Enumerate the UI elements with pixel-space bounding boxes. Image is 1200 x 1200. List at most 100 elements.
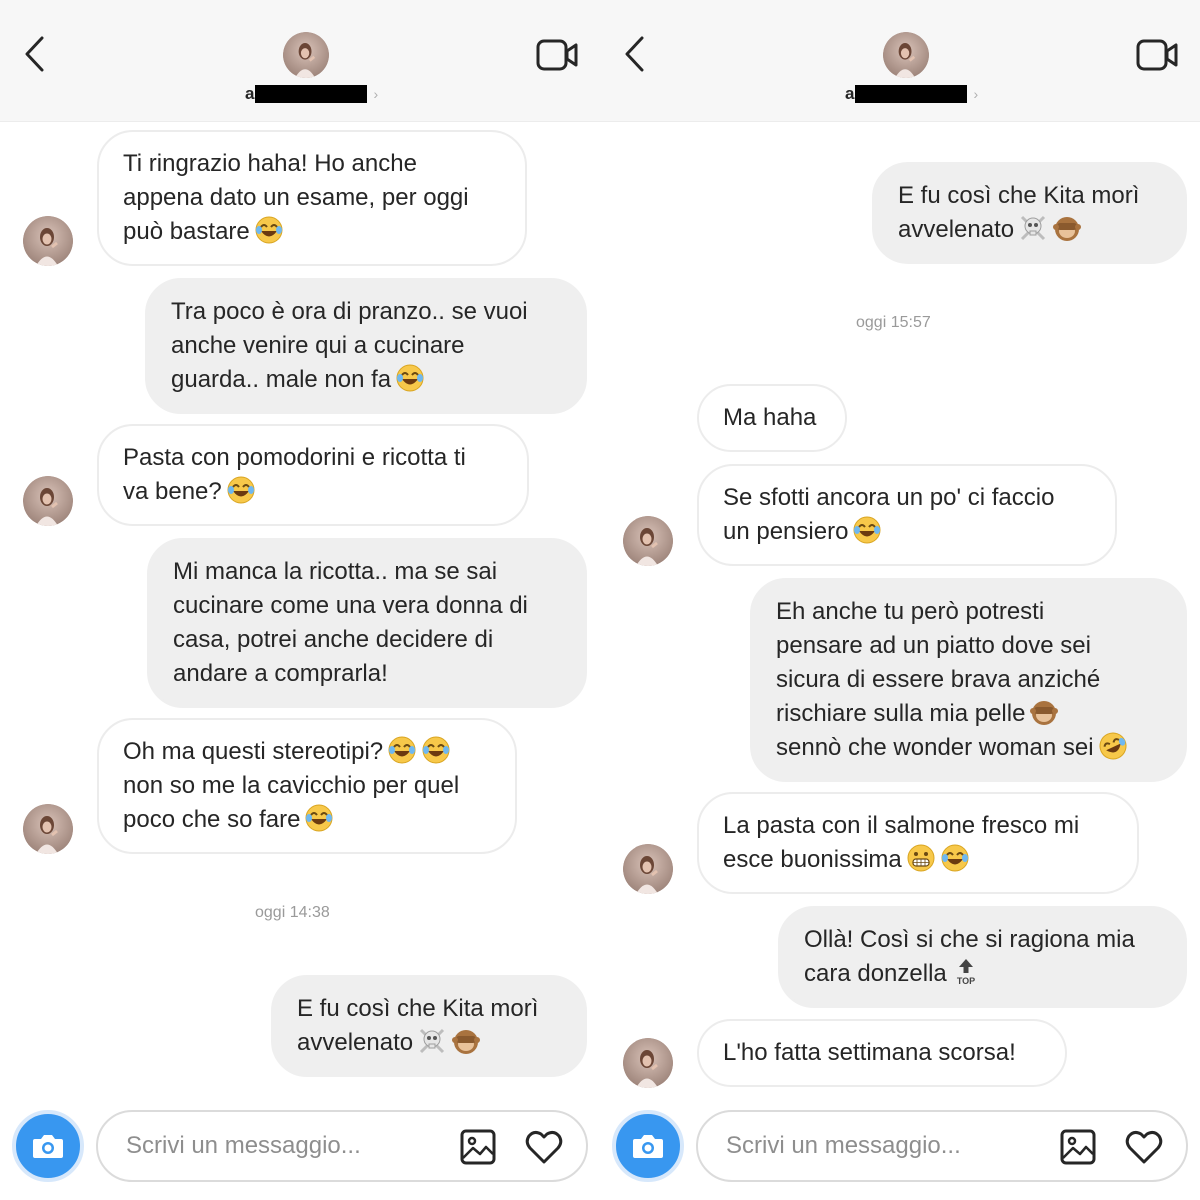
- face-with-tears-of-joy-icon: [226, 476, 255, 504]
- heart-icon[interactable]: [1124, 1128, 1164, 1166]
- camera-icon: [633, 1135, 663, 1158]
- message-line: Ti ringrazio haha! Ho anche: [123, 150, 417, 177]
- face-with-tears-of-joy-icon: [388, 736, 417, 764]
- contact-avatar[interactable]: [623, 844, 673, 894]
- message-input[interactable]: [126, 1128, 426, 1164]
- message-line: guarda.. male non fa: [171, 366, 392, 393]
- message-line: non so me la cavicchio per quel: [123, 772, 460, 799]
- video-call-icon[interactable]: [536, 38, 578, 72]
- camera-icon: [33, 1135, 63, 1158]
- gallery-icon[interactable]: [460, 1129, 496, 1165]
- message-line: appena dato un esame, per oggi: [123, 184, 469, 211]
- username-handle[interactable]: a ›: [245, 84, 378, 104]
- message-incoming[interactable]: La pasta con il salmone fresco mi esce b…: [697, 792, 1139, 894]
- message-line: Ma haha: [723, 404, 817, 431]
- video-call-icon[interactable]: [1136, 38, 1178, 72]
- contact-avatar[interactable]: [23, 804, 73, 854]
- message-incoming[interactable]: Se sfotti ancora un po' ci faccio un pen…: [697, 464, 1117, 566]
- back-chevron-icon[interactable]: [22, 34, 46, 74]
- message-input-box[interactable]: [96, 1110, 588, 1182]
- back-chevron-icon[interactable]: [622, 34, 646, 74]
- contact-avatar[interactable]: [623, 1038, 673, 1088]
- message-line: rischiare sulla mia pelle: [776, 700, 1026, 727]
- camera-button[interactable]: [612, 1110, 684, 1182]
- message-line: esce buonissima: [723, 846, 902, 873]
- username-handle[interactable]: a ›: [845, 84, 978, 104]
- chat-header: a ›: [0, 0, 600, 122]
- message-incoming[interactable]: Ma haha: [697, 384, 847, 452]
- message-incoming[interactable]: Pasta con pomodorini e ricotta ti va ben…: [97, 424, 529, 526]
- redaction-bar: [255, 85, 368, 103]
- message-line: sicura di essere brava anziché: [776, 666, 1101, 693]
- gallery-icon[interactable]: [1060, 1129, 1096, 1165]
- chat-header: a ›: [600, 0, 1200, 122]
- header-avatar[interactable]: [883, 32, 929, 78]
- message-outgoing[interactable]: Tra poco è ora di pranzo.. se vuoi anche…: [145, 278, 587, 414]
- message-line: casa, potrei anche decidere di: [173, 626, 494, 653]
- heart-icon[interactable]: [524, 1128, 564, 1166]
- contact-avatar[interactable]: [623, 516, 673, 566]
- chevron-right-icon: ›: [973, 86, 979, 102]
- message-outgoing[interactable]: Ollà! Così si che si ragiona mia cara do…: [778, 906, 1187, 1008]
- face-with-tears-of-joy-icon: [305, 804, 334, 832]
- message-line: andare a comprarla!: [173, 660, 388, 687]
- message-line: può bastare: [123, 218, 250, 245]
- redaction-bar: [855, 85, 968, 103]
- face-with-tears-of-joy-icon: [853, 516, 882, 544]
- camera-button[interactable]: [12, 1110, 84, 1182]
- message-outgoing[interactable]: Eh anche tu però potresti pensare ad un …: [750, 578, 1187, 782]
- message-line: E fu così che Kita morì: [898, 182, 1140, 209]
- face-with-tears-of-joy-icon: [940, 844, 969, 872]
- see-no-evil-monkey-icon: [452, 1030, 481, 1054]
- message-line: un pensiero: [723, 518, 849, 545]
- message-incoming[interactable]: Oh ma questi stereotipi? non so me la ca…: [97, 718, 517, 854]
- face-with-tears-of-joy-icon: [422, 736, 451, 764]
- message-line: E fu così che Kita morì: [297, 995, 539, 1022]
- message-input-box[interactable]: [696, 1110, 1188, 1182]
- conversation-panel-left: a › Ti ringrazio haha! Ho anche appena d…: [0, 0, 600, 1200]
- grimacing-face-icon: [907, 844, 935, 872]
- face-with-tears-of-joy-icon: [254, 216, 283, 244]
- message-composer: [0, 1094, 600, 1200]
- rolling-on-floor-laughing-icon: [1097, 731, 1128, 761]
- message-line: Mi manca la ricotta.. ma se sai: [173, 558, 498, 585]
- message-outgoing[interactable]: E fu così che Kita morì avvelenato: [872, 162, 1187, 264]
- contact-avatar[interactable]: [23, 216, 73, 266]
- header-avatar[interactable]: [283, 32, 329, 78]
- message-line: L'ho fatta settimana scorsa!: [723, 1039, 1016, 1066]
- skull-and-crossbones-icon: [419, 1028, 445, 1054]
- message-line: La pasta con il salmone fresco mi: [723, 812, 1080, 839]
- chevron-right-icon: ›: [373, 86, 379, 102]
- face-with-tears-of-joy-icon: [396, 364, 425, 392]
- message-line: Oh ma questi stereotipi?: [123, 738, 384, 765]
- handle-initial: a: [245, 84, 255, 103]
- message-line: Se sfotti ancora un po' ci faccio: [723, 484, 1055, 511]
- message-line: pensare ad un piatto dove sei: [776, 632, 1091, 659]
- see-no-evil-monkey-icon: [1053, 217, 1082, 241]
- see-no-evil-monkey-icon: [1030, 701, 1059, 725]
- message-line: Eh anche tu però potresti: [776, 598, 1045, 625]
- message-input[interactable]: [726, 1128, 1026, 1164]
- message-line: cucinare come una vera donna di: [173, 592, 528, 619]
- message-line: Ollà! Così si che si ragiona mia: [804, 926, 1135, 953]
- handle-initial: a: [845, 84, 855, 103]
- message-line: va bene?: [123, 478, 222, 505]
- timestamp: oggi 14:38: [255, 904, 330, 921]
- message-outgoing[interactable]: E fu così che Kita morì avvelenato: [271, 975, 587, 1077]
- message-line: sennò che wonder woman sei: [776, 734, 1094, 761]
- message-line: avvelenato: [297, 1029, 414, 1056]
- message-line: cara donzella: [804, 960, 947, 987]
- message-line: Pasta con pomodorini e ricotta ti: [123, 444, 466, 471]
- message-outgoing[interactable]: Mi manca la ricotta.. ma se sai cucinare…: [147, 538, 587, 708]
- skull-and-crossbones-icon: [1020, 215, 1046, 241]
- contact-avatar[interactable]: [23, 476, 73, 526]
- timestamp: oggi 15:57: [856, 314, 931, 331]
- message-line: avvelenato: [898, 216, 1015, 243]
- message-composer: [600, 1094, 1200, 1200]
- message-incoming[interactable]: Ti ringrazio haha! Ho anche appena dato …: [97, 130, 527, 266]
- message-line: poco che so fare: [123, 806, 301, 833]
- message-incoming[interactable]: L'ho fatta settimana scorsa!: [697, 1019, 1067, 1087]
- conversation-panel-right: a › E fu così che Kita morì avvelenato o…: [600, 0, 1200, 1200]
- message-line: anche venire qui a cucinare: [171, 332, 465, 359]
- message-line: Tra poco è ora di pranzo.. se vuoi: [171, 298, 528, 325]
